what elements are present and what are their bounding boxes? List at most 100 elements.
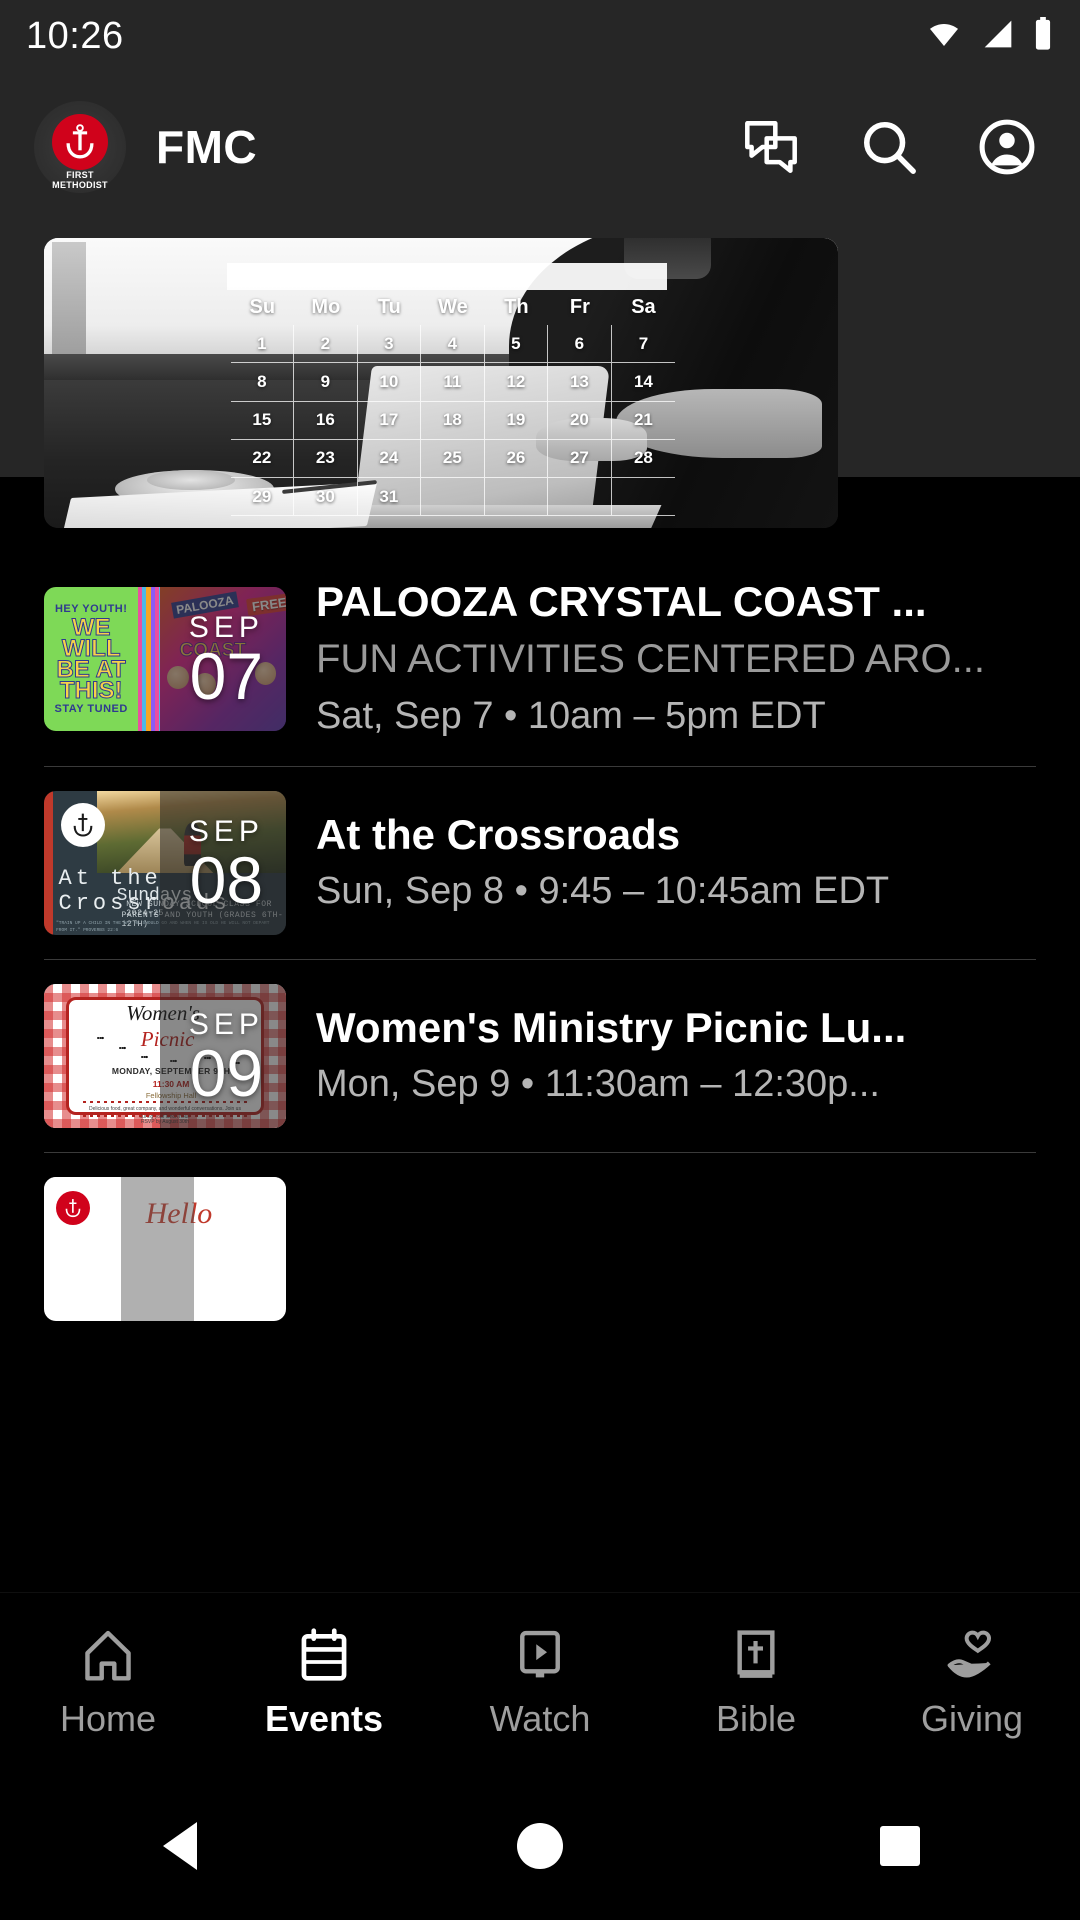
nav-item-bible[interactable]: Bible <box>648 1626 864 1740</box>
weekday: Mo <box>311 296 341 318</box>
back-button[interactable] <box>0 1822 360 1870</box>
event-time: Sun, Sep 8 • 9:45 – 10:45am EDT <box>316 870 890 912</box>
thumb-line2: WE WILL BE AT THIS! <box>56 614 126 704</box>
weekday: We <box>438 296 468 318</box>
event-list: HEY YOUTH! WE WILL BE AT THIS! STAY TUNE… <box>0 552 1080 1345</box>
event-list-item[interactable]: Women's Picnic MONDAY, SEPTEMBER 9TH 11:… <box>0 960 1080 1152</box>
video-icon <box>511 1626 569 1684</box>
recents-button[interactable] <box>720 1826 1080 1866</box>
calendar-day-cell: 6 <box>548 325 612 364</box>
calendar-day-cell: 31 <box>357 478 422 517</box>
calendar-day-cell: 17 <box>357 401 422 440</box>
calendar-day-cell <box>421 478 485 517</box>
weekday: Sa <box>631 296 656 318</box>
event-list-item[interactable]: Hello <box>0 1153 1080 1345</box>
calendar-day-cell: 18 <box>421 401 485 440</box>
logo-mark <box>52 114 108 170</box>
weekday: Th <box>504 296 529 318</box>
calendar-day-cell: 24 <box>357 439 422 479</box>
event-list-item[interactable]: HEY YOUTH! WE WILL BE AT THIS! STAY TUNE… <box>0 552 1080 766</box>
calendar-day-cell: 15 <box>230 401 295 440</box>
calendar-day-cell: 1 <box>230 325 295 364</box>
event-text-block: Women's Ministry Picnic Lu... Mon, Sep 9… <box>316 1002 1036 1110</box>
nav-item-home[interactable]: Home <box>0 1626 216 1740</box>
nav-item-watch[interactable]: Watch <box>432 1626 648 1740</box>
app-bar-actions <box>742 118 1046 176</box>
account-icon[interactable] <box>978 118 1036 176</box>
cellular-signal-icon <box>980 18 1016 55</box>
partial-event-thumbnail: Hello <box>44 1177 286 1321</box>
calendar-day-cell: 16 <box>294 401 358 440</box>
nav-item-giving[interactable]: Giving <box>864 1626 1080 1740</box>
first-methodist-logo[interactable]: FIRST METHODIST <box>34 101 126 193</box>
calendar-icon <box>295 1626 353 1684</box>
thumb-line3: STAY TUNED <box>54 703 128 715</box>
event-list-item[interactable]: At the Crossroads Sundays NEW SUNDAY SCH… <box>0 767 1080 959</box>
nav-label: Home <box>59 1697 157 1739</box>
calendar-day-cell: 2 <box>294 325 358 364</box>
calendar-day-cell <box>548 478 612 517</box>
home-icon <box>79 1626 137 1684</box>
calendar-overlay: Su Mo Tu We Th Fr Sa 1 2 3 4 5 6 7 8 9 10 11 12 13 14… <box>44 238 838 528</box>
at-the-crossroads-thumbnail: At the Crossroads Sundays NEW SUNDAY SCH… <box>44 791 286 935</box>
app-title: FMC <box>156 121 258 173</box>
calendar-day-cell: 28 <box>611 440 676 479</box>
calendar-day-cell: 12 <box>484 363 549 402</box>
search-icon[interactable] <box>860 118 918 176</box>
nav-label: Giving <box>920 1697 1024 1739</box>
cross-anchor-icon <box>66 124 94 159</box>
logo-subtext: FIRST METHODIST <box>52 170 108 190</box>
calendar-day-cell: 3 <box>357 325 422 364</box>
palooza-crystal-coast-thumbnail: HEY YOUTH! WE WILL BE AT THIS! STAY TUNE… <box>44 587 286 731</box>
system-navigation-bar <box>0 1772 1080 1920</box>
calendar-weekday-header: Su Mo Tu We Th Fr Sa <box>231 296 676 319</box>
calendar-day-cell: 5 <box>484 325 549 364</box>
calendar-day-cell: 23 <box>294 439 358 479</box>
calendar-day-cell: 21 <box>611 402 676 440</box>
weekday: Su <box>249 296 276 318</box>
events-hero-banner[interactable]: Su Mo Tu We Th Fr Sa 1 2 3 4 5 6 7 8 9 10 11 12 13 14… <box>44 238 838 528</box>
calendar-day-cell: 30 <box>294 478 358 517</box>
bottom-navigation-bar: Home Events Watch Bible Giving <box>0 1592 1080 1772</box>
weekday: Fr <box>569 296 590 318</box>
event-text-block: PALOOZA CRYSTAL COAST ... FUN ACTIVITIES… <box>316 576 1036 742</box>
wifi-icon <box>924 18 964 55</box>
womens-ministry-picnic-thumbnail: Women's Picnic MONDAY, SEPTEMBER 9TH 11:… <box>44 984 286 1128</box>
calendar-day-cell <box>484 478 549 517</box>
messages-icon[interactable] <box>742 118 800 176</box>
battery-icon <box>1032 16 1054 56</box>
home-button[interactable] <box>360 1823 720 1869</box>
app-screen: 10:26 FIRST METHODIST FMC Su Mo Tu We Th… <box>0 0 1080 1920</box>
calendar-day-cell <box>611 478 676 517</box>
thumb-church-logo <box>60 802 105 847</box>
calendar-day-cell: 25 <box>421 439 485 479</box>
calendar-title-bar <box>226 262 668 291</box>
app-bar: FIRST METHODIST FMC <box>0 72 1080 222</box>
calendar-day-cell: 27 <box>548 439 612 479</box>
calendar-day-cell: 4 <box>421 325 485 364</box>
event-description: FUN ACTIVITIES CENTERED ARO... <box>316 637 985 681</box>
calendar-day-cell: 14 <box>611 363 676 402</box>
calendar-day-cell: 29 <box>230 478 295 517</box>
bible-icon <box>727 1626 785 1684</box>
nav-label: Watch <box>489 1697 591 1739</box>
event-title: Women's Ministry Picnic Lu... <box>316 1004 907 1051</box>
calendar-day-cell: 11 <box>421 363 485 402</box>
event-text-block: At the Crossroads Sun, Sep 8 • 9:45 – 10… <box>316 809 1036 917</box>
calendar-day-grid: 1 2 3 4 5 6 7 8 9 10 11 12 13 14 15 16 17 18 19 20 21 22 23 24 2… <box>230 325 676 517</box>
calendar-day-cell: 19 <box>484 401 549 440</box>
status-bar: 10:26 <box>0 0 1080 72</box>
nav-label: Bible <box>715 1697 797 1739</box>
calendar-day-cell: 26 <box>484 439 549 479</box>
giving-icon <box>943 1626 1001 1684</box>
calendar-day-cell: 9 <box>294 363 358 402</box>
event-time: Sat, Sep 7 • 10am – 5pm EDT <box>316 695 826 737</box>
event-time: Mon, Sep 9 • 11:30am – 12:30p... <box>316 1063 880 1105</box>
weekday: Tu <box>377 296 401 318</box>
event-text-block <box>316 1247 1036 1251</box>
status-icons <box>924 16 1054 56</box>
calendar-day-cell: 8 <box>230 363 295 402</box>
nav-item-events[interactable]: Events <box>216 1626 432 1740</box>
status-time: 10:26 <box>26 14 124 57</box>
banner-zone: Su Mo Tu We Th Fr Sa 1 2 3 4 5 6 7 8 9 10 11 12 13 14… <box>0 222 1080 552</box>
